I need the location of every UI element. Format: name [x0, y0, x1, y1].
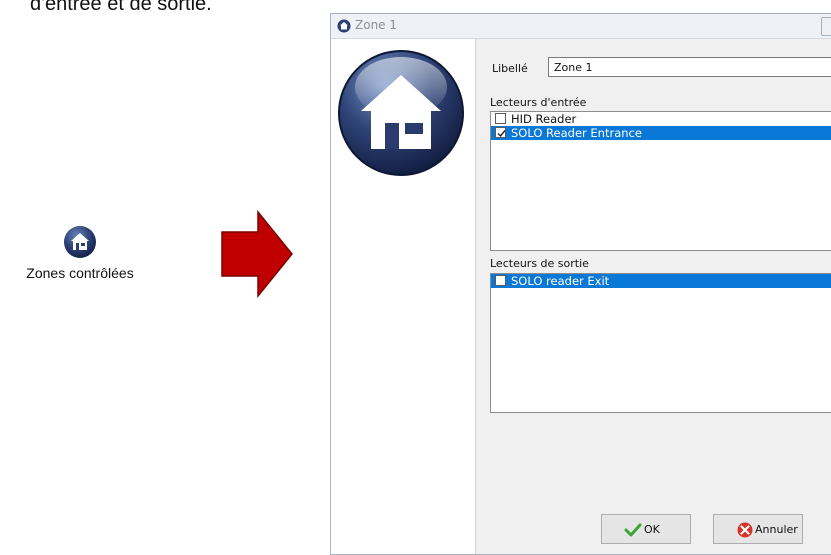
dialog-title: Zone 1	[355, 18, 397, 32]
zones-controlees-launcher[interactable]: Zones contrôlées	[0, 225, 160, 281]
dialog-titlebar[interactable]: Zone 1 ✕	[331, 14, 831, 39]
name-field[interactable]: Zone 1	[548, 57, 831, 77]
name-label: Libellé	[492, 62, 528, 75]
home-icon	[338, 50, 464, 176]
home-icon	[337, 19, 351, 33]
launcher-label: Zones contrôlées	[26, 265, 134, 281]
ok-button[interactable]: OK	[601, 514, 691, 544]
list-item[interactable]: SOLO reader Exit	[491, 274, 831, 288]
caption-text: d'entrée et de sortie.	[30, 0, 212, 15]
cancel-button[interactable]: Annuler	[713, 514, 803, 544]
dialog-side-panel	[331, 39, 476, 554]
close-button[interactable]: ✕	[821, 17, 831, 36]
cancel-icon	[737, 522, 753, 538]
home-icon	[63, 225, 97, 259]
entry-readers-list[interactable]: HID Reader SOLO Reader Entrance	[490, 111, 831, 251]
zone-dialog: Zone 1 ✕ Libellé Zo	[330, 13, 831, 555]
checkbox[interactable]	[495, 275, 506, 286]
checkmark-icon	[497, 130, 506, 138]
checkmark-icon	[624, 523, 642, 537]
list-item[interactable]: SOLO Reader Entrance	[491, 126, 831, 140]
checkbox[interactable]	[495, 127, 506, 138]
arrow-right-icon	[221, 210, 293, 298]
list-item[interactable]: HID Reader	[491, 112, 831, 126]
exit-readers-list[interactable]: SOLO reader Exit	[490, 273, 831, 413]
exit-readers-label: Lecteurs de sortie	[490, 257, 589, 270]
checkbox[interactable]	[495, 113, 506, 124]
entry-readers-label: Lecteurs d'entrée	[490, 96, 587, 109]
